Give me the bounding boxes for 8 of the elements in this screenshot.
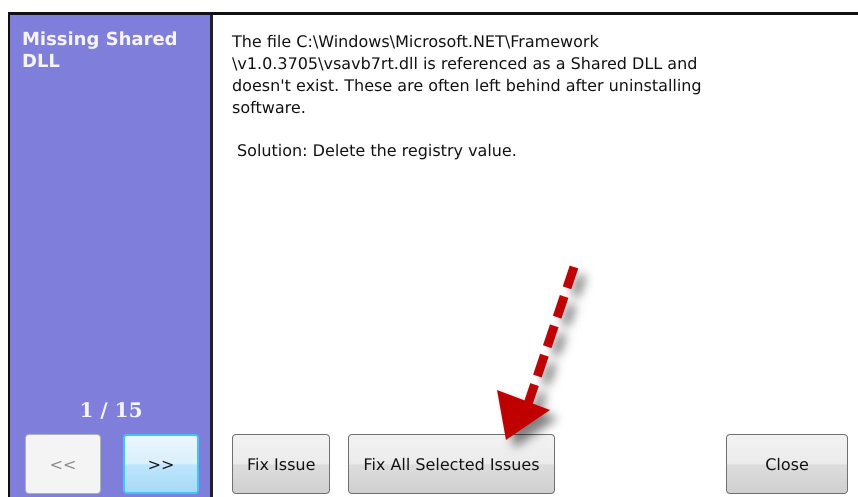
issue-title: Missing Shared DLL bbox=[22, 29, 179, 73]
action-button[interactable]: Close bbox=[726, 434, 848, 494]
action-button[interactable]: Fix Issue bbox=[232, 434, 330, 494]
page-counter: 1 / 15 bbox=[78, 398, 144, 422]
description-text: The file C:\Windows\Microsoft.NET\Framework \v1.0.3705\vsavb7rt.dll is referenced as a Shared DLL and doesn't exist. These are often left behind after uninstalling software. bbox=[232, 31, 703, 119]
next-button[interactable]: >> bbox=[123, 434, 199, 494]
action-button[interactable]: Fix All Selected Issues bbox=[348, 434, 555, 494]
solution-text: Solution: Delete the registry value. bbox=[237, 141, 518, 160]
